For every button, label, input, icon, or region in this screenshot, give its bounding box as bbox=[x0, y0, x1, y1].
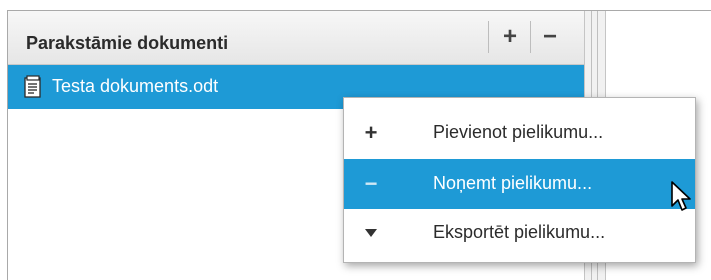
document-icon bbox=[24, 75, 41, 98]
menu-item-label: Eksportēt pielikumu... bbox=[433, 222, 606, 242]
menu-item-remove-attachment[interactable]: − Noņemt pielikumu... bbox=[344, 159, 695, 209]
mouse-cursor-icon bbox=[671, 181, 691, 211]
screen: Parakstāmie dokumenti + − Testa dokument… bbox=[0, 0, 711, 280]
header-divider bbox=[530, 21, 531, 53]
header-divider bbox=[488, 21, 489, 53]
list-header: Parakstāmie dokumenti + − bbox=[8, 11, 584, 65]
document-name: Testa dokuments.odt bbox=[52, 76, 219, 96]
menu-item-add-attachment[interactable]: + Pievienot pielikumu... bbox=[344, 108, 695, 158]
menu-item-export-attachment[interactable]: Eksportēt pielikumu... bbox=[344, 208, 695, 258]
plus-icon: + bbox=[364, 120, 378, 145]
menu-item-label: Noņemt pielikumu... bbox=[433, 173, 593, 193]
menu-item-label: Pievienot pielikumu... bbox=[433, 122, 604, 142]
remove-document-button[interactable]: − bbox=[532, 17, 568, 57]
context-menu: + Pievienot pielikumu... − Noņemt pielik… bbox=[343, 97, 696, 263]
add-document-button[interactable]: + bbox=[492, 17, 528, 57]
arrow-down-icon bbox=[356, 208, 386, 258]
minus-icon: − bbox=[364, 171, 378, 196]
panel-title: Parakstāmie dokumenti bbox=[26, 33, 229, 53]
